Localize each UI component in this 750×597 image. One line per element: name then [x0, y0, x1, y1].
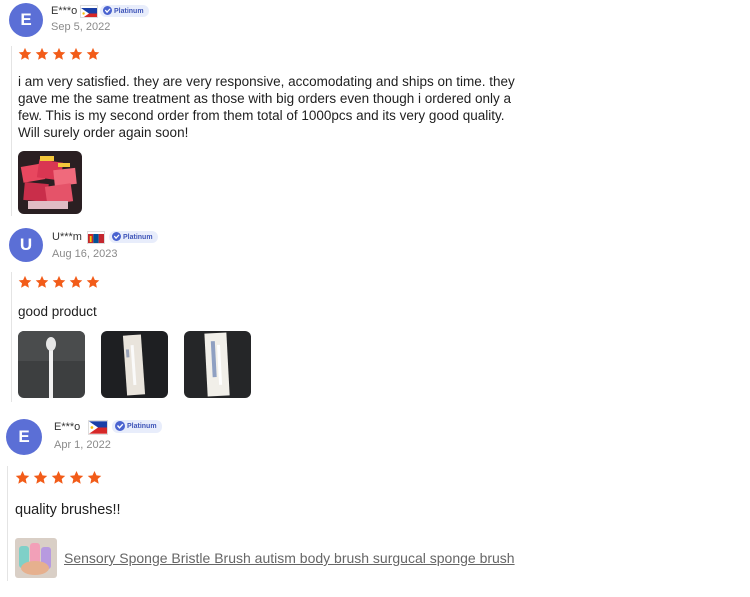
badge-label: Platinum: [123, 233, 153, 241]
mongolia-flag-icon: [87, 231, 105, 244]
star-rating: [18, 47, 100, 61]
reviewer-name: E***o: [54, 421, 81, 433]
avatar: E: [9, 3, 43, 37]
review-divider: [11, 46, 12, 216]
product-link[interactable]: Sensory Sponge Bristle Brush autism body…: [64, 550, 515, 566]
diamond-icon: [103, 5, 112, 17]
badge-label: Platinum: [127, 423, 157, 430]
star-icon: [86, 47, 100, 60]
star-icon: [35, 47, 49, 60]
star-icon: [86, 275, 100, 288]
star-icon: [69, 47, 83, 60]
star-icon: [52, 275, 66, 288]
avatar: U: [9, 228, 43, 262]
star-icon: [69, 470, 84, 484]
review-date: Apr 1, 2022: [54, 439, 111, 451]
platinum-badge: Platinum: [100, 5, 149, 17]
philippines-flag-icon: [88, 420, 108, 435]
review-photo[interactable]: [101, 331, 168, 398]
review-text: i am very satisfied. they are very respo…: [18, 74, 515, 140]
star-icon: [33, 470, 48, 484]
reviewer-name: U***m: [52, 231, 82, 243]
star-icon: [15, 470, 30, 484]
star-icon: [52, 47, 66, 60]
product-thumbnail[interactable]: [15, 538, 57, 578]
star-icon: [35, 275, 49, 288]
diamond-icon: [112, 231, 121, 243]
review-date: Sep 5, 2022: [51, 21, 111, 33]
review-photo[interactable]: [18, 151, 82, 214]
platinum-badge: Platinum: [109, 231, 158, 243]
star-icon: [87, 470, 102, 484]
badge-label: Platinum: [114, 7, 144, 15]
review-text: quality brushes!!: [15, 502, 121, 518]
star-icon: [69, 275, 83, 288]
star-rating: [18, 275, 100, 289]
star-rating: [15, 470, 102, 485]
review-photo[interactable]: [184, 331, 251, 398]
review-text: good product: [18, 304, 97, 319]
star-icon: [18, 47, 32, 60]
reviewer-name: E***o: [51, 5, 78, 17]
star-icon: [51, 470, 66, 484]
review-divider: [7, 466, 8, 581]
review-divider: [11, 272, 12, 402]
review-photo[interactable]: [18, 331, 85, 398]
star-icon: [18, 275, 32, 288]
platinum-badge: Platinum: [112, 420, 162, 433]
review-date: Aug 16, 2023: [52, 248, 118, 260]
avatar: E: [6, 419, 42, 455]
philippines-flag-icon: [80, 5, 98, 18]
diamond-icon: [115, 420, 125, 433]
